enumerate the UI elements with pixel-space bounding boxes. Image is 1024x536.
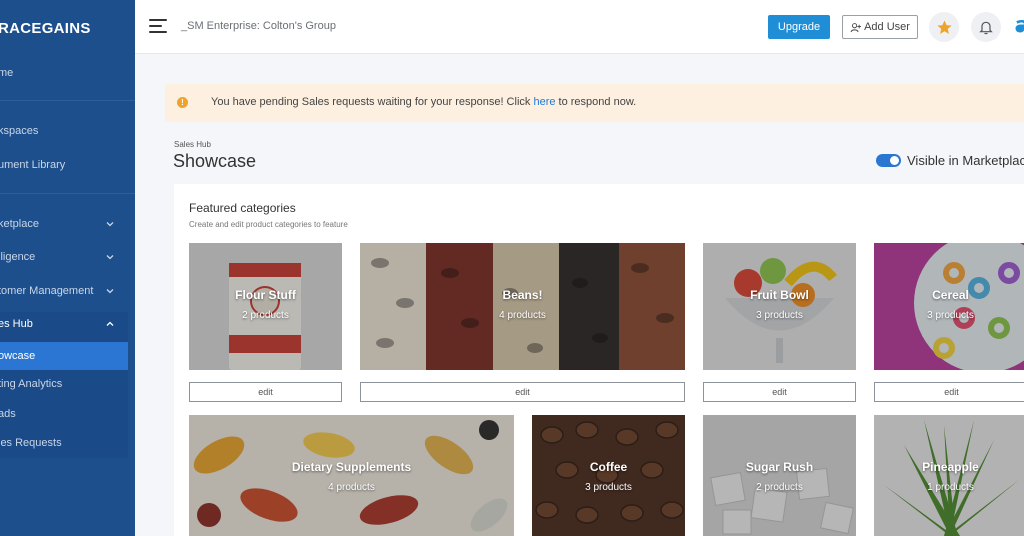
card-overlay bbox=[703, 243, 856, 370]
category-name: Beans! bbox=[502, 288, 543, 302]
sidebar-item-listing-analytics[interactable]: ting Analytics bbox=[0, 373, 135, 395]
category-count: 4 products bbox=[328, 482, 375, 493]
category-name: Cereal bbox=[932, 288, 969, 302]
category-count: 3 products bbox=[756, 310, 803, 321]
featured-categories-panel: Featured categories Create and edit prod… bbox=[174, 184, 1024, 536]
category-count: 2 products bbox=[242, 310, 289, 321]
section-title: Featured categories bbox=[189, 201, 296, 215]
alert-here-link[interactable]: here bbox=[533, 96, 555, 108]
add-user-button[interactable]: Add User bbox=[842, 15, 918, 39]
edit-button[interactable]: edit bbox=[189, 382, 342, 402]
sidebar: RACEGAINS me kspaces ument Library ketpl… bbox=[0, 0, 135, 536]
section-subtitle: Create and edit product categories to fe… bbox=[189, 220, 348, 229]
hamburger-menu-icon[interactable] bbox=[149, 18, 169, 34]
sidebar-divider bbox=[0, 193, 135, 194]
sidebar-item-label: ketplace bbox=[0, 218, 39, 230]
sidebar-divider bbox=[0, 100, 135, 101]
sidebar-item-sales-requests[interactable]: les Requests bbox=[0, 432, 135, 454]
sidebar-item-document-library[interactable]: ument Library bbox=[0, 154, 135, 176]
chevron-down-icon bbox=[106, 289, 114, 294]
sidebar-item-home[interactable]: me bbox=[0, 62, 135, 84]
category-count: 2 products bbox=[756, 482, 803, 493]
category-name: Pineapple bbox=[922, 460, 979, 474]
chevron-down-icon bbox=[106, 255, 114, 260]
sidebar-item-label: me bbox=[0, 67, 14, 79]
category-card-cereal[interactable]: Cereal 3 products bbox=[874, 243, 1024, 370]
edit-button[interactable]: edit bbox=[360, 382, 685, 402]
card-overlay bbox=[703, 415, 856, 536]
sidebar-item-label: lligence bbox=[0, 251, 36, 263]
user-avatar-icon[interactable] bbox=[1015, 16, 1024, 36]
category-card-coffee[interactable]: Coffee 3 products bbox=[532, 415, 685, 536]
sidebar-item-workspaces[interactable]: kspaces bbox=[0, 120, 135, 142]
sidebar-item-leads[interactable]: ads bbox=[0, 403, 135, 425]
organization-name: _SM Enterprise: Colton's Group bbox=[181, 20, 336, 32]
pending-requests-alert: ! You have pending Sales requests waitin… bbox=[165, 84, 1024, 122]
card-overlay bbox=[874, 415, 1024, 536]
category-name: Dietary Supplements bbox=[291, 460, 412, 474]
notifications-button[interactable] bbox=[971, 12, 1001, 42]
visibility-label: Visible in Marketplac bbox=[907, 153, 1024, 168]
category-card-dietary-supplements[interactable]: Dietary Supplements 4 products bbox=[189, 415, 514, 536]
alert-text-before: You have pending Sales requests waiting … bbox=[211, 96, 534, 108]
category-card-fruit-bowl[interactable]: Fruit Bowl 3 products bbox=[703, 243, 856, 370]
edit-button[interactable]: edit bbox=[874, 382, 1024, 402]
category-card-sugar-rush[interactable]: Sugar Rush 2 products bbox=[703, 415, 856, 536]
favorites-button[interactable] bbox=[929, 12, 959, 42]
category-count: 3 products bbox=[927, 310, 974, 321]
add-user-label: Add User bbox=[864, 21, 910, 33]
brand-logo: RACEGAINS bbox=[0, 20, 91, 37]
upgrade-button[interactable]: Upgrade bbox=[768, 15, 830, 39]
topbar: _SM Enterprise: Colton's Group Upgrade A… bbox=[135, 0, 1024, 54]
category-count: 1 products bbox=[927, 482, 974, 493]
add-user-icon bbox=[850, 22, 862, 32]
category-card-pineapple[interactable]: Pineapple 1 products bbox=[874, 415, 1024, 536]
sidebar-item-intelligence[interactable]: lligence bbox=[0, 246, 135, 268]
category-count: 3 products bbox=[585, 482, 632, 493]
sidebar-item-label: kspaces bbox=[0, 125, 39, 137]
bell-icon bbox=[979, 21, 993, 35]
sidebar-item-label: ting Analytics bbox=[0, 378, 63, 390]
category-name: Coffee bbox=[589, 460, 628, 474]
sidebar-item-label: es Hub bbox=[0, 318, 33, 330]
card-overlay bbox=[189, 243, 342, 370]
sidebar-item-label: owcase bbox=[0, 350, 36, 362]
category-card-beans[interactable]: Beans! 4 products bbox=[360, 243, 685, 370]
page-title: Showcase bbox=[173, 151, 257, 171]
sidebar-item-marketplace[interactable]: ketplace bbox=[0, 213, 135, 235]
card-overlay bbox=[360, 243, 685, 370]
sidebar-item-sales-hub[interactable]: es Hub bbox=[0, 313, 135, 335]
sidebar-item-label: ument Library bbox=[0, 159, 66, 171]
breadcrumb[interactable]: Sales Hub bbox=[174, 140, 211, 149]
sidebar-item-label: les Requests bbox=[0, 437, 62, 449]
visibility-toggle[interactable] bbox=[876, 154, 901, 167]
category-name: Flour Stuff bbox=[235, 288, 296, 302]
sidebar-item-label: tomer Management bbox=[0, 285, 94, 297]
edit-button[interactable]: edit bbox=[703, 382, 856, 402]
sidebar-item-label: ads bbox=[0, 408, 16, 420]
card-overlay bbox=[189, 415, 514, 536]
chevron-down-icon bbox=[106, 222, 114, 227]
category-name: Fruit Bowl bbox=[750, 288, 809, 302]
sidebar-item-showcase[interactable]: owcase bbox=[0, 345, 135, 367]
category-card-flour-stuff[interactable]: Flour Stuff 2 products bbox=[189, 243, 342, 370]
star-icon bbox=[936, 19, 952, 34]
sidebar-item-customer-management[interactable]: tomer Management bbox=[0, 280, 135, 302]
category-count: 4 products bbox=[499, 310, 546, 321]
category-name: Sugar Rush bbox=[745, 460, 814, 474]
card-overlay bbox=[532, 415, 685, 536]
warning-icon: ! bbox=[177, 97, 188, 108]
alert-message: You have pending Sales requests waiting … bbox=[211, 96, 636, 108]
card-overlay bbox=[874, 243, 1024, 370]
chevron-up-icon bbox=[106, 321, 114, 326]
alert-text-after: to respond now. bbox=[555, 96, 637, 108]
